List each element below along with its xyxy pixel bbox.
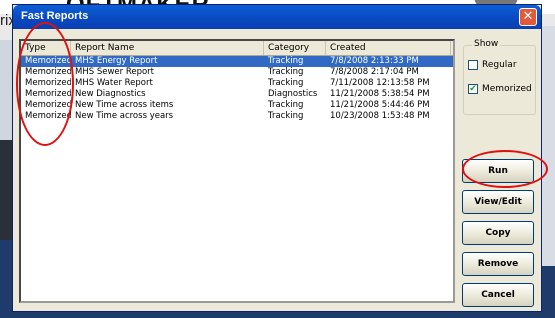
cell-created: 7/8/2008 2:17:04 PM (330, 67, 419, 77)
cell-report-name: MHS Sewer Report (75, 67, 155, 77)
column-header-created[interactable]: Created (326, 41, 451, 55)
cancel-button[interactable]: Cancel (462, 283, 534, 307)
column-header-report-name[interactable]: Report Name (71, 41, 264, 55)
list-rows: Memorized MHS Energy Report Tracking 7/8/20… (21, 56, 453, 122)
regular-checkbox-label[interactable]: Regular (482, 60, 517, 70)
cell-report-name: MHS Water Report (75, 78, 153, 88)
cell-report-name: New Time across items (75, 100, 174, 110)
table-row[interactable]: Memorized New Diagnostics Diagnostics 11/21… (21, 89, 453, 100)
dialog-titlebar[interactable]: Fast Reports ✕ (13, 5, 541, 29)
view-edit-button[interactable]: View/Edit (462, 190, 534, 214)
regular-checkbox-box[interactable] (468, 60, 478, 70)
cell-created: 10/23/2008 1:53:48 PM (330, 111, 430, 121)
annotation-ellipse-type-column (16, 22, 74, 146)
cell-created: 11/21/2008 5:44:46 PM (330, 100, 430, 110)
cell-created: 7/11/2008 12:13:58 PM (330, 78, 430, 88)
remove-button[interactable]: Remove (462, 252, 534, 276)
memorized-checkbox[interactable]: ✔ Memorized (468, 84, 532, 94)
close-icon[interactable]: ✕ (519, 8, 537, 26)
cell-category: Tracking (268, 67, 304, 77)
reports-list[interactable]: Type Report Name Category Created Memori… (19, 39, 455, 303)
table-row[interactable]: Memorized MHS Energy Report Tracking 7/8/20… (21, 56, 453, 67)
cell-created: 11/21/2008 5:38:54 PM (330, 89, 430, 99)
show-filter-group: Show Regular ✔ Memorized (463, 39, 536, 115)
cell-created: 7/8/2008 2:13:33 PM (330, 56, 419, 66)
memorized-checkbox-box[interactable]: ✔ (468, 84, 478, 94)
cell-report-name: New Diagnostics (75, 89, 146, 99)
cell-category: Diagnostics (268, 89, 318, 99)
cell-category: Tracking (268, 111, 304, 121)
table-row[interactable]: Memorized MHS Sewer Report Tracking 7/8/200… (21, 67, 453, 78)
memorized-checkbox-label[interactable]: Memorized (482, 84, 532, 94)
show-group-legend: Show (472, 39, 501, 49)
regular-checkbox[interactable]: Regular (468, 60, 517, 70)
cell-category: Tracking (268, 56, 304, 66)
list-header: Type Report Name Category Created (21, 41, 453, 56)
cell-report-name: MHS Energy Report (75, 56, 158, 66)
fast-reports-dialog: Fast Reports ✕ Type Report Name Category… (12, 4, 542, 312)
table-row[interactable]: Memorized MHS Water Report Tracking 7/11/20… (21, 78, 453, 89)
table-row[interactable]: Memorized New Time across items Tracking 11… (21, 100, 453, 111)
copy-button[interactable]: Copy (462, 221, 534, 245)
cell-category: Tracking (268, 100, 304, 110)
dialog-title: Fast Reports (21, 10, 89, 22)
table-row[interactable]: Memorized New Time across years Tracking 10… (21, 111, 453, 122)
column-header-category[interactable]: Category (264, 41, 326, 55)
cell-category: Tracking (268, 78, 304, 88)
annotation-ellipse-run-button (462, 150, 548, 188)
cell-report-name: New Time across years (75, 111, 174, 121)
